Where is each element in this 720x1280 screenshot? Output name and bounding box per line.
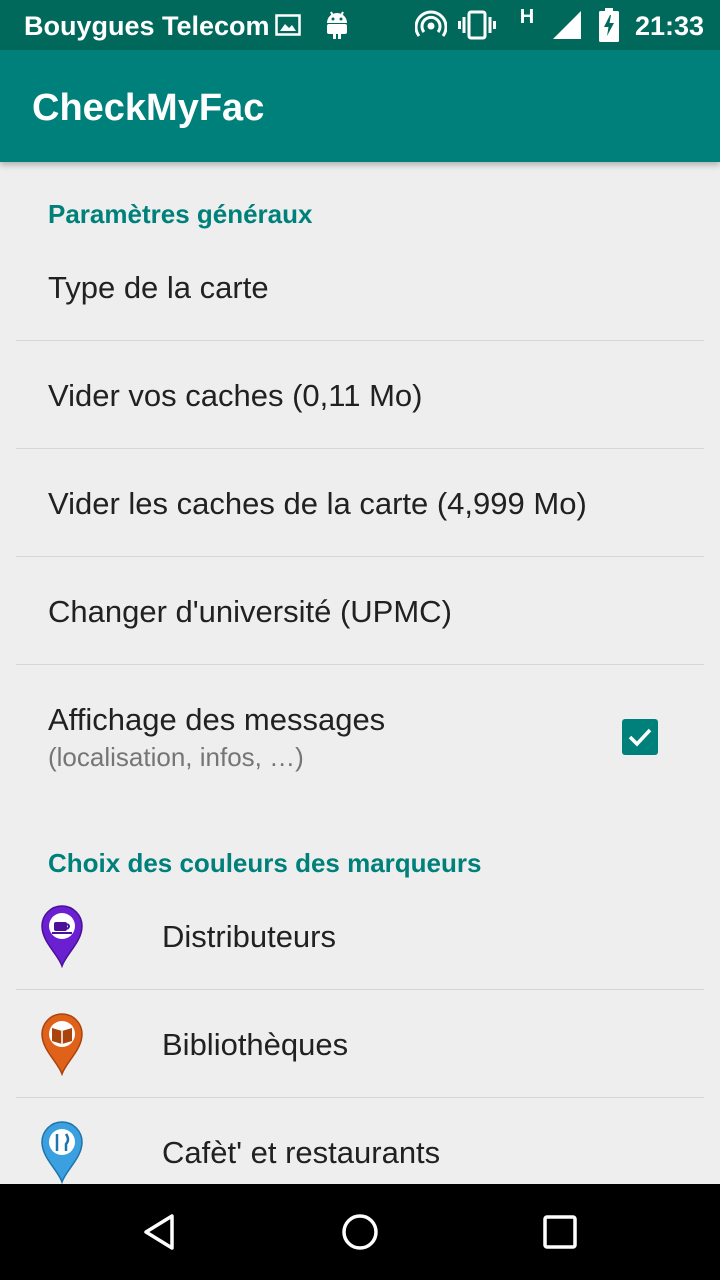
pref-marker-bibliotheques[interactable]: Bibliothèques bbox=[0, 990, 720, 1097]
pref-title: Vider vos caches (0,11 Mo) bbox=[48, 378, 423, 413]
pref-map-type[interactable]: Type de la carte bbox=[0, 233, 720, 340]
image-icon bbox=[274, 0, 302, 50]
network-type: H bbox=[519, 6, 535, 28]
pref-clear-cache[interactable]: Vider vos caches (0,11 Mo) bbox=[0, 341, 720, 448]
carrier-name: Bouygues Telecom bbox=[24, 11, 270, 41]
pref-title: Type de la carte bbox=[48, 270, 269, 305]
section-header-general: Paramètres généraux bbox=[48, 199, 313, 229]
recents-icon[interactable] bbox=[530, 1202, 590, 1262]
battery-charging-icon bbox=[598, 0, 620, 50]
app-bar: CheckMyFac bbox=[0, 50, 720, 162]
pref-clear-map-cache[interactable]: Vider les caches de la carte (4,999 Mo) bbox=[0, 449, 720, 556]
clock: 21:33 bbox=[634, 11, 704, 41]
back-icon[interactable] bbox=[130, 1202, 190, 1262]
navigation-bar bbox=[0, 1184, 720, 1280]
status-bar: Bouygues Telecom H 21:33 bbox=[0, 0, 720, 50]
signal-icon bbox=[550, 0, 584, 50]
pref-title: Changer d'université (UPMC) bbox=[48, 594, 452, 629]
pref-title: Affichage des messages bbox=[48, 702, 386, 737]
settings-list[interactable]: Paramètres généraux Type de la carte Vid… bbox=[0, 162, 720, 1184]
hotspot-icon bbox=[414, 0, 448, 50]
pref-change-university[interactable]: Changer d'université (UPMC) bbox=[0, 557, 720, 664]
pref-title: Bibliothèques bbox=[162, 1027, 349, 1062]
home-icon[interactable] bbox=[330, 1202, 390, 1262]
app-title: CheckMyFac bbox=[32, 87, 265, 129]
pref-summary: (localisation, infos, …) bbox=[48, 742, 304, 772]
messages-checkbox[interactable] bbox=[622, 719, 658, 755]
pref-marker-distributeurs[interactable]: Distributeurs bbox=[0, 882, 720, 989]
restaurant-marker-icon bbox=[41, 1121, 83, 1184]
android-icon bbox=[322, 0, 352, 50]
pref-marker-restaurants[interactable]: Cafèt' et restaurants bbox=[0, 1098, 720, 1184]
checkmark-icon bbox=[628, 728, 652, 747]
section-header-markers: Choix des couleurs des marqueurs bbox=[48, 848, 482, 878]
vibrate-icon bbox=[458, 0, 496, 50]
book-marker-icon bbox=[41, 1013, 83, 1076]
pref-show-messages[interactable]: Affichage des messages (localisation, in… bbox=[0, 665, 720, 805]
pref-title: Cafèt' et restaurants bbox=[162, 1135, 441, 1170]
pref-title: Distributeurs bbox=[162, 919, 336, 954]
coffee-marker-icon bbox=[41, 905, 83, 968]
pref-title: Vider les caches de la carte (4,999 Mo) bbox=[48, 486, 587, 521]
